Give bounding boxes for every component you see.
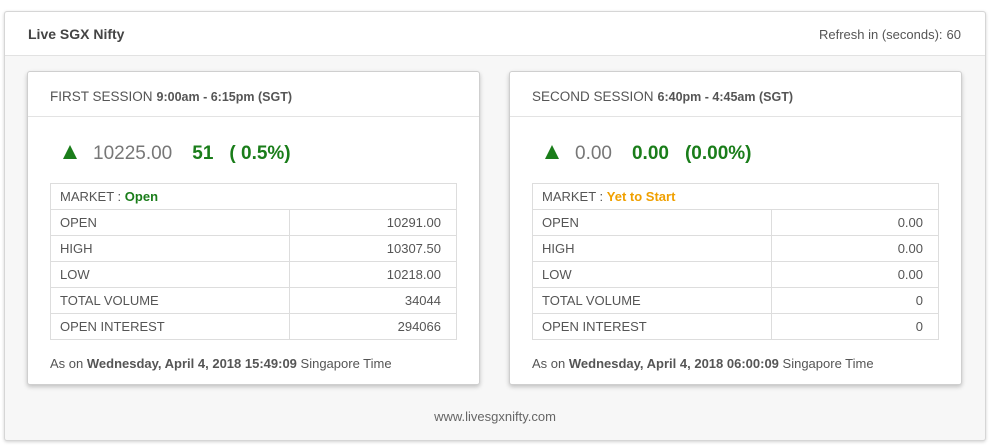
as-on-suffix: Singapore Time (782, 356, 874, 371)
table-row: HIGH 10307.50 (50, 235, 457, 262)
session-header: SECOND SESSION 6:40pm - 4:45am (SGT) (510, 72, 961, 117)
table-row: OPEN INTEREST 294066 (50, 313, 457, 340)
row-value: 34044 (289, 287, 457, 314)
session-title: FIRST SESSION 9:00am - 6:15pm (SGT) (50, 89, 292, 104)
up-arrow-icon (63, 145, 77, 159)
session-title: SECOND SESSION 6:40pm - 4:45am (SGT) (532, 89, 793, 104)
market-label: MARKET : (542, 189, 604, 204)
row-value: 10291.00 (289, 209, 457, 236)
market-label: MARKET : (60, 189, 122, 204)
as-on-datetime: Wednesday, April 4, 2018 15:49:09 (86, 356, 297, 371)
market-status: Open (124, 189, 159, 204)
refresh-label: Refresh in (seconds): (818, 27, 943, 42)
first-session-card: FIRST SESSION 9:00am - 6:15pm (SGT) 10225… (27, 71, 480, 385)
row-value: 0 (771, 287, 939, 314)
as-on-datetime: Wednesday, April 4, 2018 06:00:09 (568, 356, 779, 371)
row-label: OPEN (50, 209, 290, 236)
widget-title: Live SGX Nifty (28, 26, 125, 42)
table-row: OPEN 10291.00 (50, 209, 457, 236)
row-label: HIGH (532, 235, 772, 262)
row-label: OPEN INTEREST (50, 313, 290, 340)
refresh-value: 60 (946, 27, 961, 42)
row-label: OPEN INTEREST (532, 313, 772, 340)
row-label: LOW (532, 261, 772, 288)
second-session-card: SECOND SESSION 6:40pm - 4:45am (SGT) 0.00… (509, 71, 962, 385)
price-change: 51 (192, 143, 214, 164)
footer-site-link[interactable]: www.livesgxnifty.com (5, 409, 985, 424)
row-label: LOW (50, 261, 290, 288)
row-value: 10218.00 (289, 261, 457, 288)
row-value: 0 (771, 313, 939, 340)
row-value: 0.00 (771, 235, 939, 262)
market-status: Yet to Start (606, 189, 676, 204)
row-value: 294066 (289, 313, 457, 340)
table-row: OPEN 0.00 (532, 209, 939, 236)
percent-change: (0.00%) (684, 143, 752, 164)
table-row: OPEN INTEREST 0 (532, 313, 939, 340)
last-price: 0.00 (575, 143, 612, 164)
row-value: 0.00 (771, 209, 939, 236)
market-status-cell: MARKET : Open (50, 183, 457, 210)
as-on-suffix: Singapore Time (300, 356, 392, 371)
widget-header: Live SGX Nifty Refresh in (seconds): 60 (5, 12, 985, 56)
table-row: HIGH 0.00 (532, 235, 939, 262)
session-stats-table: MARKET : Yet to Start OPEN 0.00 HIGH 0.0… (532, 183, 939, 340)
last-price: 10225.00 (93, 143, 173, 164)
table-row: LOW 0.00 (532, 261, 939, 288)
table-row: LOW 10218.00 (50, 261, 457, 288)
row-value: 0.00 (771, 261, 939, 288)
session-time: 9:00am - 6:15pm (SGT) (156, 90, 292, 104)
as-on-timestamp: As on Wednesday, April 4, 2018 15:49:09 … (50, 356, 392, 371)
row-value: 10307.50 (289, 235, 457, 262)
price-row: 10225.00 51 ( 0.5%) (63, 143, 291, 167)
as-on-prefix: As on (532, 356, 566, 371)
percent-change: ( 0.5%) (229, 143, 291, 164)
market-status-row: MARKET : Open (50, 183, 457, 210)
up-arrow-icon (545, 145, 559, 159)
market-status-cell: MARKET : Yet to Start (532, 183, 939, 210)
row-label: TOTAL VOLUME (50, 287, 290, 314)
row-label: HIGH (50, 235, 290, 262)
row-label: TOTAL VOLUME (532, 287, 772, 314)
table-row: TOTAL VOLUME 34044 (50, 287, 457, 314)
as-on-prefix: As on (50, 356, 84, 371)
row-label: OPEN (532, 209, 772, 236)
session-name: FIRST SESSION (50, 89, 153, 104)
sgx-nifty-widget: Live SGX Nifty Refresh in (seconds): 60 F… (4, 11, 986, 441)
table-row: TOTAL VOLUME 0 (532, 287, 939, 314)
market-status-row: MARKET : Yet to Start (532, 183, 939, 210)
session-time: 6:40pm - 4:45am (SGT) (657, 90, 793, 104)
price-change: 0.00 (631, 143, 669, 164)
session-header: FIRST SESSION 9:00am - 6:15pm (SGT) (28, 72, 479, 117)
session-name: SECOND SESSION (532, 89, 654, 104)
as-on-timestamp: As on Wednesday, April 4, 2018 06:00:09 … (532, 356, 874, 371)
session-stats-table: MARKET : Open OPEN 10291.00 HIGH 10307.5… (50, 183, 457, 340)
refresh-countdown: Refresh in (seconds): 60 (819, 27, 961, 42)
price-row: 0.00 0.00 (0.00%) (545, 143, 752, 167)
